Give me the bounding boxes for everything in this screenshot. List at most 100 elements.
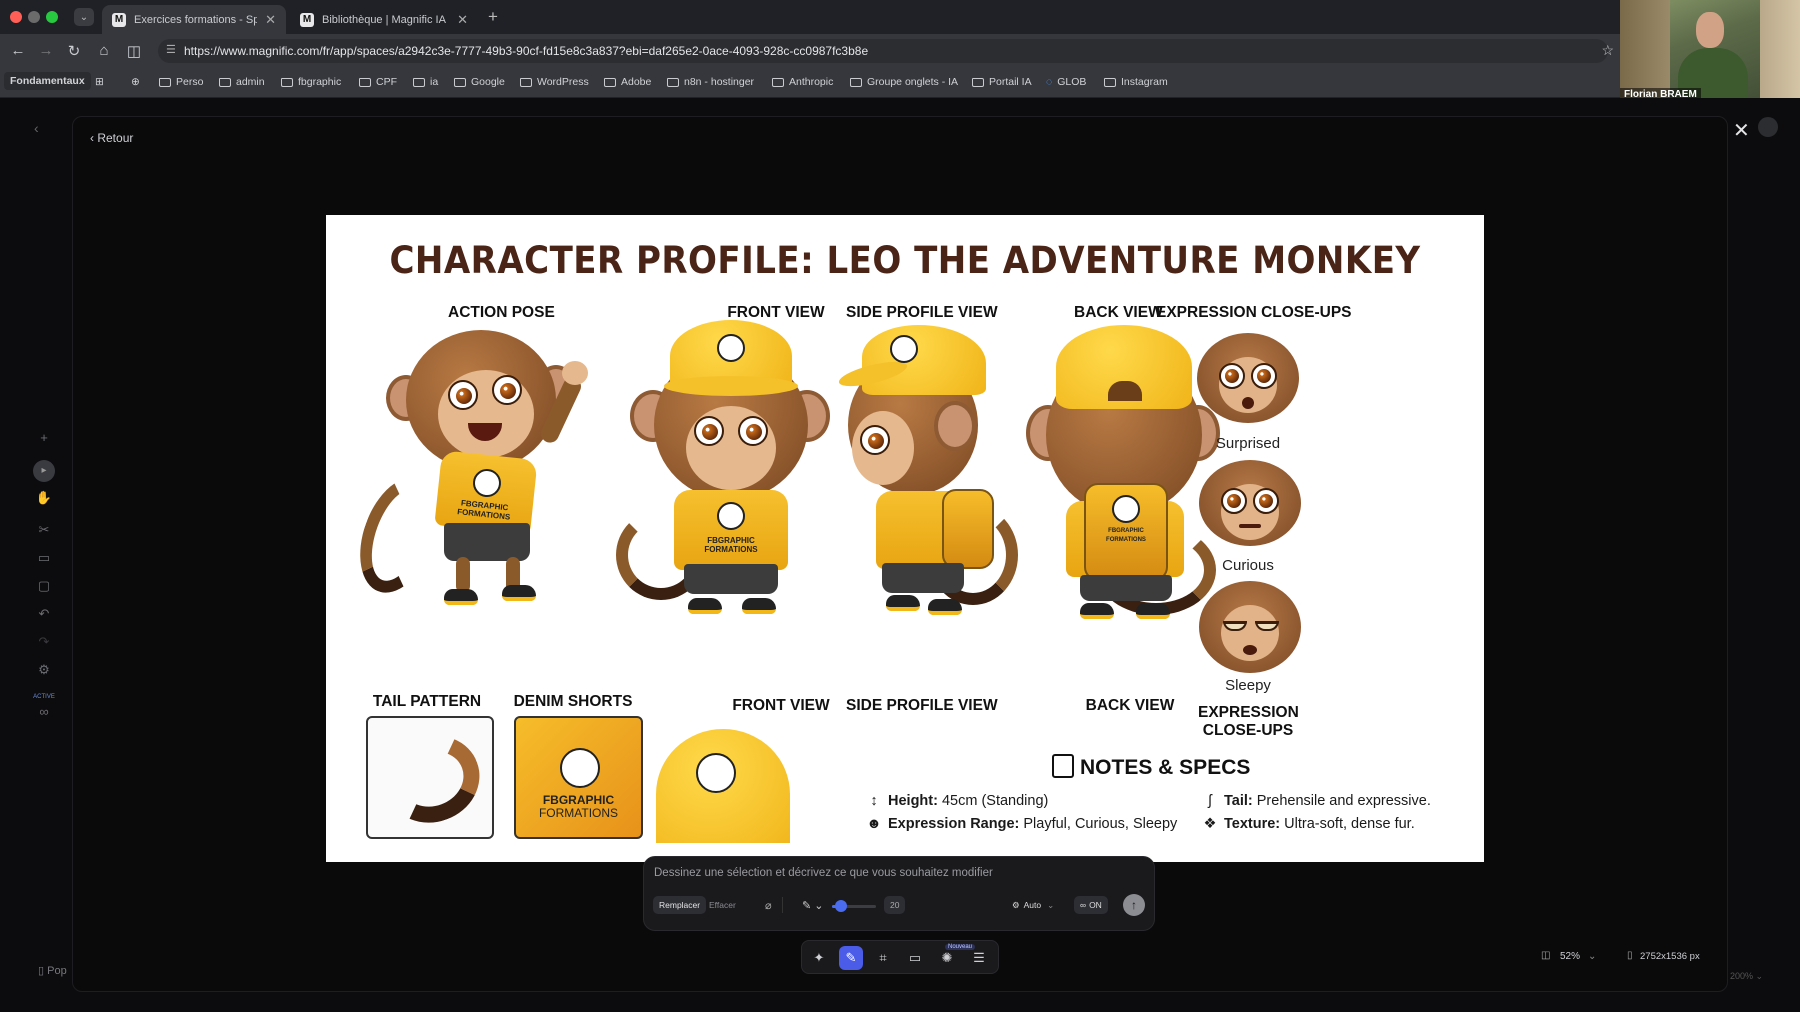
bookmark-cpf[interactable]: CPF xyxy=(359,76,397,88)
fit-icon[interactable]: ◫ xyxy=(1541,950,1550,961)
scissors-icon[interactable]: ✂ xyxy=(28,522,60,544)
collapse-sidebar-icon[interactable]: ‹ xyxy=(34,120,39,136)
mode-select[interactable]: ⚙ Auto ⌄ xyxy=(1006,896,1060,914)
spec-texture: ❖ Texture: Ultra-soft, dense fur. xyxy=(1203,816,1415,832)
url-bar[interactable]: ☰ https://www.magnific.com/fr/app/spaces… xyxy=(158,39,1608,63)
folder-icon[interactable]: ▭ xyxy=(903,946,927,970)
back-arrow-icon[interactable]: ← xyxy=(8,42,28,59)
crop-icon[interactable]: ⌗ xyxy=(871,946,895,970)
pop-label[interactable]: ▯ Pop xyxy=(38,964,67,977)
add-icon[interactable]: + xyxy=(28,430,60,452)
close-tab-icon[interactable]: ✕ xyxy=(457,12,468,28)
spec-tail: ʃ Tail: Prehensile and expressive. xyxy=(1202,793,1431,809)
folder-icon xyxy=(520,77,532,87)
cap-detail xyxy=(656,729,790,843)
folder-icon xyxy=(1104,77,1116,87)
bookmark-fondamentaux[interactable]: Fondamentaux xyxy=(4,72,91,90)
expression-curious-head xyxy=(1199,460,1301,546)
replace-mode-button[interactable]: Remplacer xyxy=(653,896,707,914)
browser-tab[interactable]: M Bibliothèque | Magnific IA ✕ xyxy=(290,5,478,34)
folder-icon xyxy=(159,77,171,87)
tab-title: Exercices formations - Space xyxy=(134,13,258,26)
avatar[interactable] xyxy=(1758,117,1778,137)
brush-icon[interactable]: ✎ ⌄ xyxy=(796,896,830,914)
chevron-down-icon: ⌄ xyxy=(1047,899,1055,910)
page-icon: ▯ xyxy=(1627,950,1633,961)
notes-heading: NOTES & SPECS xyxy=(1052,754,1250,780)
bookmark-wordpress[interactable]: WordPress xyxy=(520,76,589,88)
folder-icon xyxy=(667,77,679,87)
brush-edit-icon[interactable]: ✎ xyxy=(839,946,863,970)
back-button[interactable]: ‹ Retour xyxy=(90,131,133,145)
bookmark-star-icon[interactable]: ☆ xyxy=(1601,42,1614,59)
close-modal-button[interactable]: ✕ xyxy=(1733,118,1750,143)
back-view-figure: FBGRAPHIC FORMATIONS xyxy=(1026,325,1226,620)
brush-size-value[interactable]: 20 xyxy=(884,896,906,914)
hand-icon[interactable]: ✋ xyxy=(28,490,60,512)
select-icon[interactable]: ▸ xyxy=(28,460,60,482)
site-settings-icon[interactable]: ☰ xyxy=(166,43,176,56)
header-back-view: BACK VIEW xyxy=(1074,304,1163,321)
bookmark-anthropic[interactable]: Anthropic xyxy=(772,76,833,88)
character-sheet-image[interactable]: CHARACTER PROFILE: LEO THE ADVENTURE MON… xyxy=(326,215,1484,862)
bookmark-instagram[interactable]: Instagram xyxy=(1104,76,1168,88)
bookmark-n8n[interactable]: n8n - hostinger xyxy=(667,76,754,88)
caption-denim-shorts: DENIM SHORTS xyxy=(513,693,633,710)
bookmark-perso[interactable]: Perso xyxy=(159,76,203,88)
bookmark-portail-ia[interactable]: Portail IA xyxy=(972,76,1032,88)
undo-icon[interactable]: ↶ xyxy=(28,606,60,628)
caption-tail-pattern: TAIL PATTERN xyxy=(372,693,482,710)
folder-icon xyxy=(219,77,231,87)
reload-icon[interactable]: ↻ xyxy=(64,42,84,60)
magnific-icon: M xyxy=(300,12,314,27)
bookmark-glob[interactable]: ◌ GLOB xyxy=(1046,76,1086,88)
header-side-profile: SIDE PROFILE VIEW xyxy=(846,304,998,321)
comment-icon[interactable]: ▢ xyxy=(28,578,60,600)
sidebar-icon[interactable]: ◫ xyxy=(124,42,144,60)
paw-icon: ❖ xyxy=(1203,816,1217,832)
frame-icon[interactable]: ▭ xyxy=(28,550,60,572)
bookmark-adobe[interactable]: Adobe xyxy=(604,76,651,88)
erase-mode-button[interactable]: Effacer xyxy=(703,896,742,914)
header-action-pose: ACTION POSE xyxy=(448,304,555,321)
expression-sleepy-head xyxy=(1199,581,1301,673)
infinity-icon: ∞ xyxy=(1080,900,1087,910)
header-expression: EXPRESSION CLOSE-UPS xyxy=(1156,304,1352,321)
prompt-input[interactable]: Dessinez une sélection et décrivez ce qu… xyxy=(654,867,993,879)
maximize-window-button[interactable] xyxy=(46,11,58,23)
close-tab-icon[interactable]: ✕ xyxy=(265,12,276,28)
browser-tab-active[interactable]: M Exercices formations - Space ✕ xyxy=(102,5,286,34)
apps-grid-icon[interactable]: ⊞ xyxy=(95,76,104,88)
bookmark-fbgraphic[interactable]: fbgraphic xyxy=(281,76,341,88)
forward-arrow-icon[interactable]: → xyxy=(36,42,56,59)
submit-button[interactable]: ↑ xyxy=(1123,894,1145,916)
bookmark-google[interactable]: Google xyxy=(454,76,505,88)
sparkle-gear-icon: ⚙ xyxy=(1012,899,1020,910)
smiley-icon: ☻ xyxy=(866,816,882,832)
infinity-icon[interactable]: ∞ xyxy=(28,704,60,726)
folder-icon xyxy=(359,77,371,87)
bookmark-admin[interactable]: admin xyxy=(219,76,265,88)
tab-search-button[interactable]: ⌄ xyxy=(74,8,94,26)
globe-icon[interactable]: ⊕ xyxy=(131,76,140,88)
bookmark-groupe-onglets[interactable]: Groupe onglets - IA xyxy=(850,76,958,88)
home-icon[interactable]: ⌂ xyxy=(94,42,114,59)
bookmark-ia[interactable]: ia xyxy=(413,76,438,88)
caption-expression-line1: EXPRESSION xyxy=(1198,704,1299,721)
folder-icon xyxy=(454,77,466,87)
folder-icon xyxy=(850,77,862,87)
redo-icon[interactable]: ↷ xyxy=(28,634,60,656)
browser-nav-bar: ← → ↻ ⌂ ◫ ☰ https://www.magnific.com/fr/… xyxy=(0,34,1800,68)
settings-icon[interactable]: ⚙ xyxy=(28,662,60,684)
eraser-icon[interactable]: ⌀ xyxy=(759,896,778,914)
minimize-window-button[interactable] xyxy=(28,11,40,23)
new-tab-button[interactable]: + xyxy=(488,7,498,27)
zoom-select[interactable]: 52% ⌄ xyxy=(1560,951,1596,962)
page-icon: ▯ xyxy=(38,965,48,977)
close-window-button[interactable] xyxy=(10,11,22,23)
bookmarks-bar: Fondamentaux ⊞ ⊕ Perso admin fbgraphic C… xyxy=(0,68,1620,98)
folder-icon xyxy=(972,77,984,87)
magic-edit-icon[interactable]: ✦ xyxy=(807,946,831,970)
infinite-toggle[interactable]: ∞ ON xyxy=(1074,896,1108,914)
brush-size-knob[interactable] xyxy=(834,900,847,912)
